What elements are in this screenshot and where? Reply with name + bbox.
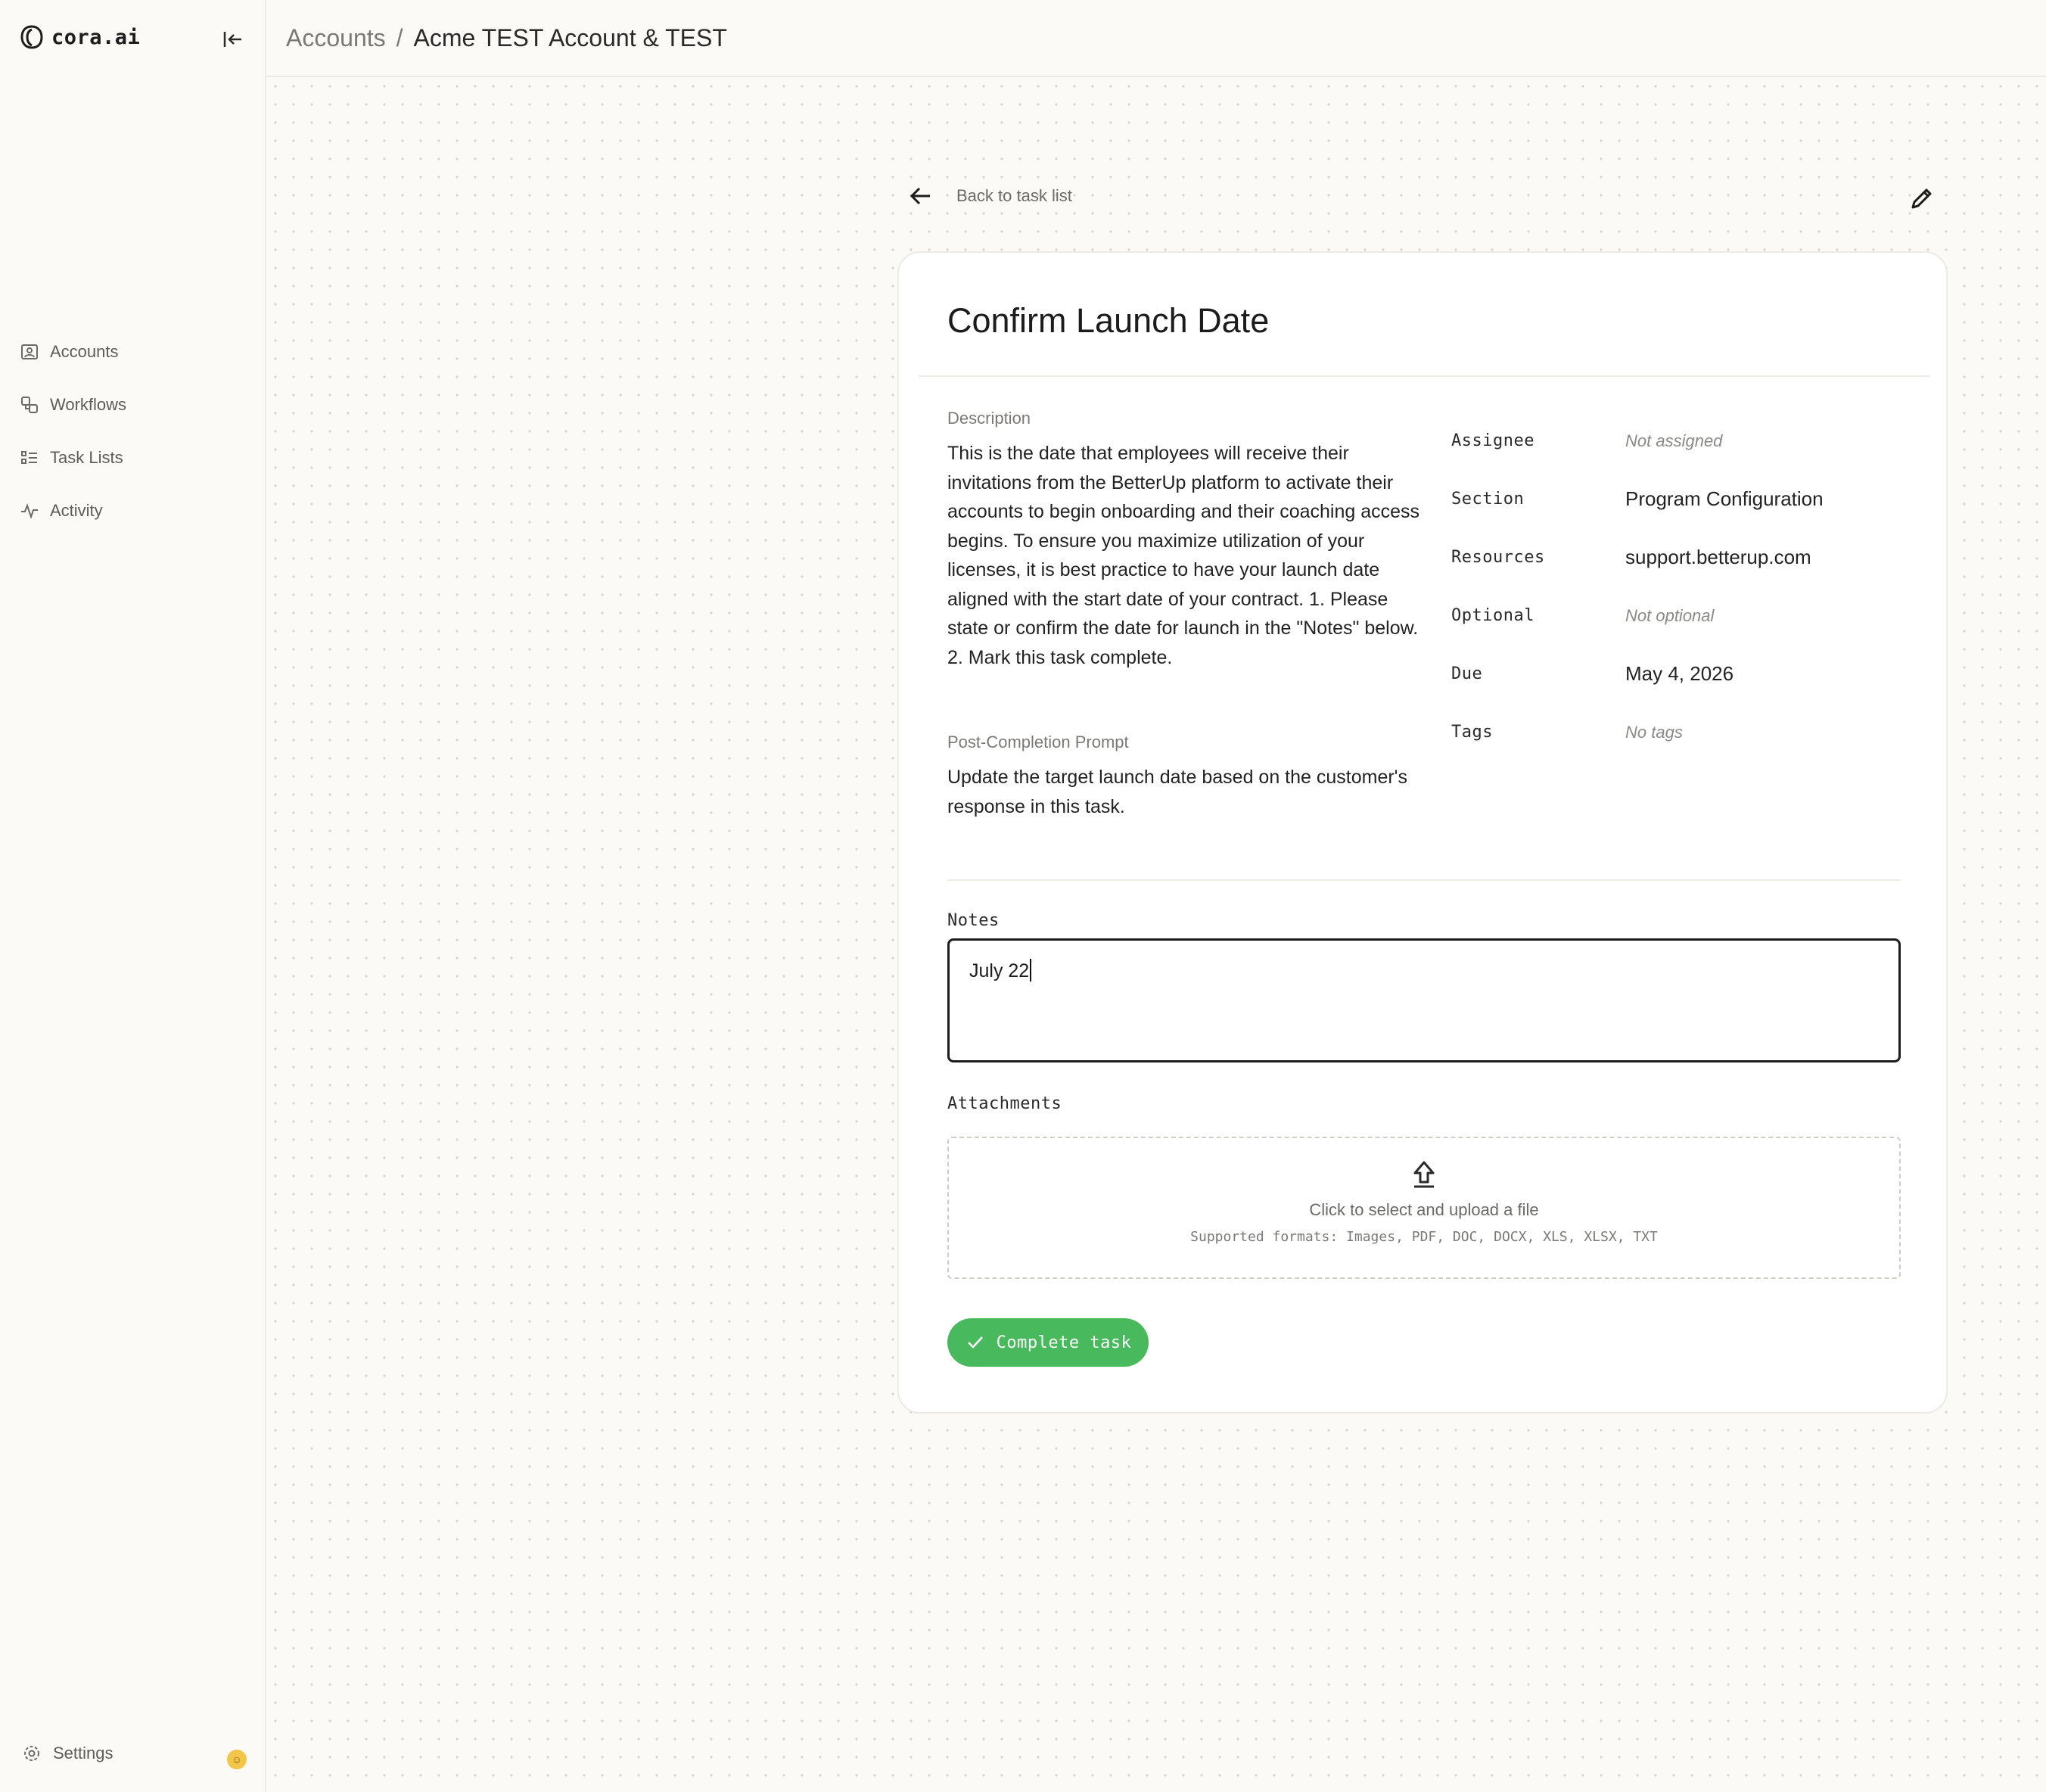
meta-row-assignee: Assignee Not assigned	[1451, 412, 1905, 470]
complete-task-button[interactable]: Complete task	[947, 1318, 1149, 1367]
meta-key: Resources	[1451, 548, 1545, 567]
meta-row-tags: Tags No tags	[1451, 703, 1905, 761]
sidebar-item-label: Task Lists	[50, 448, 123, 467]
task-card: Confirm Launch Date Description This is …	[897, 251, 1948, 1414]
task-title: Confirm Launch Date	[947, 301, 1270, 340]
smiley-badge-icon[interactable]: ☺	[227, 1750, 247, 1769]
back-to-task-list-link[interactable]: Back to task list	[908, 183, 1072, 209]
meta-key: Section	[1451, 490, 1525, 509]
assignee-value[interactable]: Not assigned	[1625, 431, 1722, 451]
due-date-value: May 4, 2026	[1625, 662, 1734, 685]
sidebar-item-label: Workflows	[50, 395, 127, 414]
file-upload-dropzone[interactable]: Click to select and upload a file Suppor…	[947, 1137, 1901, 1279]
sidebar-nav: Accounts Workflows Task Lists Activity	[20, 325, 126, 537]
sidebar-item-label: Activity	[50, 501, 103, 520]
sidebar-item-workflows[interactable]: Workflows	[20, 378, 126, 431]
meta-row-optional: Optional Not optional	[1451, 586, 1905, 645]
description-text: This is the date that employees will rec…	[947, 443, 1420, 668]
notes-textarea[interactable]: July 22	[947, 938, 1901, 1062]
task-list-icon	[21, 451, 37, 464]
divider	[919, 375, 1929, 377]
breadcrumb-accounts[interactable]: Accounts	[286, 24, 386, 52]
pencil-icon[interactable]	[1908, 185, 1936, 212]
post-completion-label: Post-Completion Prompt	[947, 733, 1129, 751]
logo[interactable]: cora.ai	[20, 24, 140, 50]
logo-text: cora.ai	[51, 25, 141, 49]
activity-icon	[21, 503, 38, 520]
post-completion-text: Update the target launch date based on t…	[947, 767, 1407, 817]
meta-key: Optional	[1451, 606, 1534, 625]
arrow-left-icon	[910, 187, 930, 205]
collapse-sidebar-icon[interactable]	[221, 27, 245, 51]
text-caret	[1030, 959, 1032, 982]
gear-icon	[24, 1746, 39, 1761]
sidebar-item-task-lists[interactable]: Task Lists	[20, 431, 126, 484]
description-label: Description	[947, 409, 1031, 428]
sidebar-item-accounts[interactable]: Accounts	[20, 325, 126, 378]
settings-label: Settings	[53, 1744, 113, 1762]
back-label: Back to task list	[956, 186, 1072, 205]
cora-logo-icon	[20, 25, 43, 49]
divider	[947, 879, 1901, 881]
upload-instructions: Click to select and upload a file	[1309, 1200, 1539, 1219]
meta-key: Tags	[1451, 723, 1493, 742]
accounts-icon	[21, 344, 38, 359]
notes-value: July 22	[969, 960, 1030, 982]
upload-icon	[1413, 1161, 1435, 1188]
supported-formats: Supported formats: Images, PDF, DOC, DOC…	[1190, 1229, 1658, 1245]
main-content: Back to task list Confirm Launch Date De…	[266, 77, 2046, 1792]
meta-row-section: Section Program Configuration	[1451, 470, 1905, 528]
task-meta: Assignee Not assigned Section Program Co…	[1451, 412, 1905, 761]
meta-key: Assignee	[1451, 431, 1534, 450]
meta-key: Due	[1451, 664, 1483, 683]
sidebar: cora.ai Accounts Workflows Task Lists Ac…	[0, 0, 266, 1792]
top-bar: Accounts / Acme TEST Account & TEST	[266, 0, 2046, 77]
attachments-label: Attachments	[947, 1094, 1062, 1113]
optional-value: Not optional	[1625, 605, 1715, 625]
section-value: Program Configuration	[1625, 487, 1824, 510]
meta-row-due: Due May 4, 2026	[1451, 645, 1905, 703]
sidebar-item-activity[interactable]: Activity	[20, 484, 126, 537]
notes-label: Notes	[947, 911, 1000, 930]
settings-link[interactable]: Settings	[23, 1744, 113, 1763]
breadcrumb-separator: /	[396, 23, 403, 51]
tags-value[interactable]: No tags	[1625, 723, 1683, 742]
resources-link[interactable]: support.betterup.com	[1625, 546, 1811, 569]
complete-task-label: Complete task	[996, 1333, 1132, 1352]
meta-row-resources: Resources support.betterup.com	[1451, 528, 1905, 586]
check-icon	[967, 1336, 983, 1349]
workflows-icon	[21, 397, 38, 413]
sidebar-item-label: Accounts	[50, 342, 119, 361]
breadcrumb-current: Acme TEST Account & TEST	[413, 23, 727, 51]
